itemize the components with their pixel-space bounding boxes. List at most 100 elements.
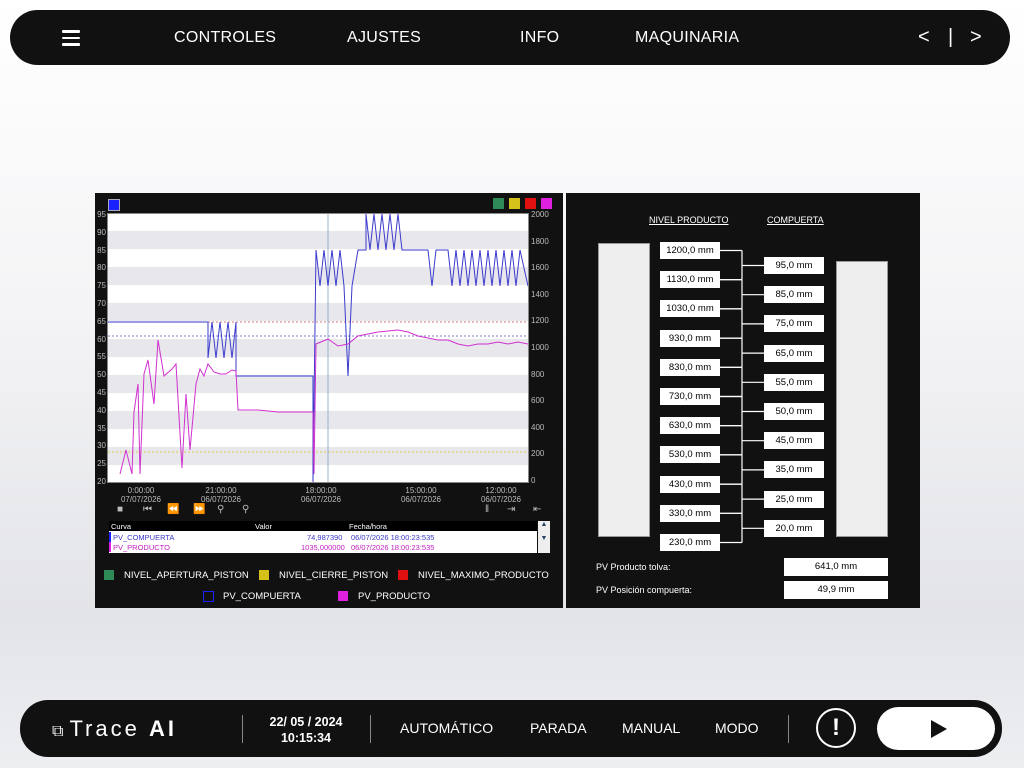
legend-green-icon bbox=[104, 570, 114, 580]
left-tick-label: 85 bbox=[97, 245, 106, 255]
alert-icon[interactable]: ! bbox=[816, 708, 856, 748]
left-tick-label: 50 bbox=[97, 370, 106, 380]
row-datetime: 06/07/2026 18:00:23:535 bbox=[351, 543, 435, 552]
row-curve: PV_COMPUERTA bbox=[113, 533, 175, 542]
gate-level-box: 65,0 mm bbox=[764, 344, 824, 362]
left-tick-label: 25 bbox=[97, 459, 106, 469]
gate-level-box: 75,0 mm bbox=[764, 315, 824, 333]
logo-icon: ⧉ bbox=[52, 723, 64, 740]
mode-manual[interactable]: MANUAL bbox=[622, 720, 680, 736]
gate-level-box: 50,0 mm bbox=[764, 403, 824, 420]
legend-red-icon bbox=[398, 570, 408, 580]
mode-modo[interactable]: MODO bbox=[715, 720, 759, 736]
left-tick-label: 40 bbox=[97, 405, 106, 415]
legend-label: NIVEL_APERTURA_PISTON bbox=[124, 570, 249, 581]
x-tick-label: 12:00:00 06/07/2026 bbox=[480, 486, 522, 504]
separator: | bbox=[948, 26, 954, 48]
red-square-icon[interactable] bbox=[525, 198, 536, 209]
date: 22/ 05 / 2024 bbox=[269, 715, 343, 729]
menu-icon[interactable] bbox=[62, 30, 80, 46]
legend-yellow-icon bbox=[259, 570, 269, 580]
magenta-square-icon[interactable] bbox=[541, 198, 552, 209]
col-value: Valor bbox=[255, 522, 272, 531]
right-tick-label: 1200 bbox=[531, 316, 549, 326]
rewind-icon[interactable]: ⏪ bbox=[167, 504, 179, 515]
ruler-prev-icon[interactable]: ⇥ bbox=[507, 504, 515, 515]
x-tick-label: 18:00:00 06/07/2026 bbox=[300, 486, 342, 504]
row-curve: PV_PRODUCTO bbox=[113, 543, 170, 552]
product-level-box: 1200,0 mm bbox=[660, 242, 720, 259]
left-tick-label: 75 bbox=[97, 281, 106, 291]
logo-ai: AI bbox=[148, 716, 177, 741]
table-row[interactable]: PV_COMPUERTA 74,987390 06/07/2026 18:00:… bbox=[109, 532, 539, 542]
right-tick-label: 400 bbox=[531, 422, 545, 432]
left-tick-label: 30 bbox=[97, 441, 106, 451]
nav-maquinaria[interactable]: MAQUINARIA bbox=[635, 29, 739, 47]
product-level-box: 430,0 mm bbox=[660, 475, 720, 493]
yellow-square-icon[interactable] bbox=[509, 198, 520, 209]
left-tick-label: 65 bbox=[97, 316, 106, 326]
right-tick-label: 2000 bbox=[531, 210, 549, 219]
mode-parada[interactable]: PARADA bbox=[530, 720, 587, 736]
table-scrollbar[interactable]: ▲ ▼ bbox=[538, 521, 550, 553]
nav-controles[interactable]: CONTROLES bbox=[174, 29, 276, 47]
trend-panel: 95 90 85 80 75 70 65 60 55 50 45 40 35 30 25 20 2000 180… bbox=[95, 193, 563, 608]
legend-label: PV_PRODUCTO bbox=[358, 591, 431, 602]
mode-automatico[interactable]: AUTOMÁTICO bbox=[400, 720, 493, 736]
stop-icon[interactable]: ■ bbox=[117, 504, 123, 515]
start-icon[interactable]: ⏮ bbox=[143, 504, 152, 515]
logo-text: Trace bbox=[69, 716, 140, 741]
divider bbox=[788, 715, 789, 743]
prev-arrow-icon[interactable]: < bbox=[918, 26, 930, 49]
pv-gate-value: 49,9 mm bbox=[784, 581, 888, 599]
green-square-icon[interactable] bbox=[493, 198, 504, 209]
pv-product-value: 641,0 mm bbox=[784, 558, 888, 576]
x-tick-label: 21:00:00 06/07/2026 bbox=[200, 486, 242, 504]
col-curve: Curva bbox=[111, 522, 132, 531]
zoom-in-icon[interactable]: ⚲ bbox=[217, 504, 224, 515]
gate-level-box: 20,0 mm bbox=[764, 519, 824, 537]
left-tick-label: 35 bbox=[97, 423, 106, 433]
gate-level-box: 95,0 mm bbox=[764, 257, 824, 274]
row-value: 74,987390 bbox=[307, 533, 343, 542]
play-button[interactable] bbox=[877, 707, 995, 750]
product-level-box: 730,0 mm bbox=[660, 388, 720, 405]
ruler-next-icon[interactable]: ⇤ bbox=[533, 504, 541, 515]
next-arrow-icon[interactable]: > bbox=[970, 26, 982, 49]
left-tick-label: 80 bbox=[97, 263, 106, 273]
gate-level-box: 55,0 mm bbox=[764, 373, 824, 391]
traceai-logo: ⧉ Trace AI bbox=[52, 716, 177, 742]
right-tick-label: 800 bbox=[531, 369, 545, 379]
row-value: 1035,000000 bbox=[301, 543, 345, 552]
pv-gate-label: PV Posición compuerta: bbox=[596, 585, 693, 595]
legend-label: NIVEL_MAXIMO_PRODUCTO bbox=[418, 570, 549, 581]
right-tick-label: 1600 bbox=[531, 263, 549, 273]
table-row[interactable]: PV_PRODUCTO 1035,000000 06/07/2026 18:00… bbox=[109, 542, 539, 552]
nav-ajustes[interactable]: AJUSTES bbox=[347, 29, 421, 47]
product-level-box: 1130,0 mm bbox=[660, 271, 720, 289]
zoom-out-icon[interactable]: ⚲ bbox=[242, 504, 249, 515]
product-level-box: 1030,0 mm bbox=[660, 300, 720, 318]
legend-magenta-icon bbox=[338, 591, 348, 601]
levels-panel: NIVEL PRODUCTO COMPUERTA 1200,0 mm 1130,0… bbox=[566, 193, 920, 608]
ruler-icon[interactable]: ‖ bbox=[485, 504, 489, 515]
gate-level-box: 45,0 mm bbox=[764, 432, 824, 450]
product-level-box: 530,0 mm bbox=[660, 446, 720, 464]
left-tick-label: 90 bbox=[97, 227, 106, 237]
forward-icon[interactable]: ⏩ bbox=[193, 504, 205, 515]
product-level-box: 230,0 mm bbox=[660, 534, 720, 551]
nav-info[interactable]: INFO bbox=[520, 29, 559, 47]
x-tick-label: 0:00:00 07/07/2026 bbox=[120, 486, 162, 504]
bottom-bar: ⧉ Trace AI 22/ 05 / 2024 10:15:34 AUTOMÁT… bbox=[20, 700, 1002, 757]
divider bbox=[242, 715, 243, 743]
left-tick-label: 95 bbox=[97, 210, 106, 219]
divider bbox=[370, 715, 371, 743]
trend-plot[interactable] bbox=[107, 213, 529, 483]
legend-blue-icon bbox=[203, 591, 214, 602]
x-tick-label: 15:00:00 06/07/2026 bbox=[400, 486, 442, 504]
left-tick-label: 20 bbox=[97, 477, 106, 486]
product-level-box: 930,0 mm bbox=[660, 329, 720, 347]
right-tick-label: 0 bbox=[531, 476, 536, 485]
trend-selector-icon[interactable] bbox=[108, 199, 120, 211]
connector-lines bbox=[720, 249, 764, 544]
